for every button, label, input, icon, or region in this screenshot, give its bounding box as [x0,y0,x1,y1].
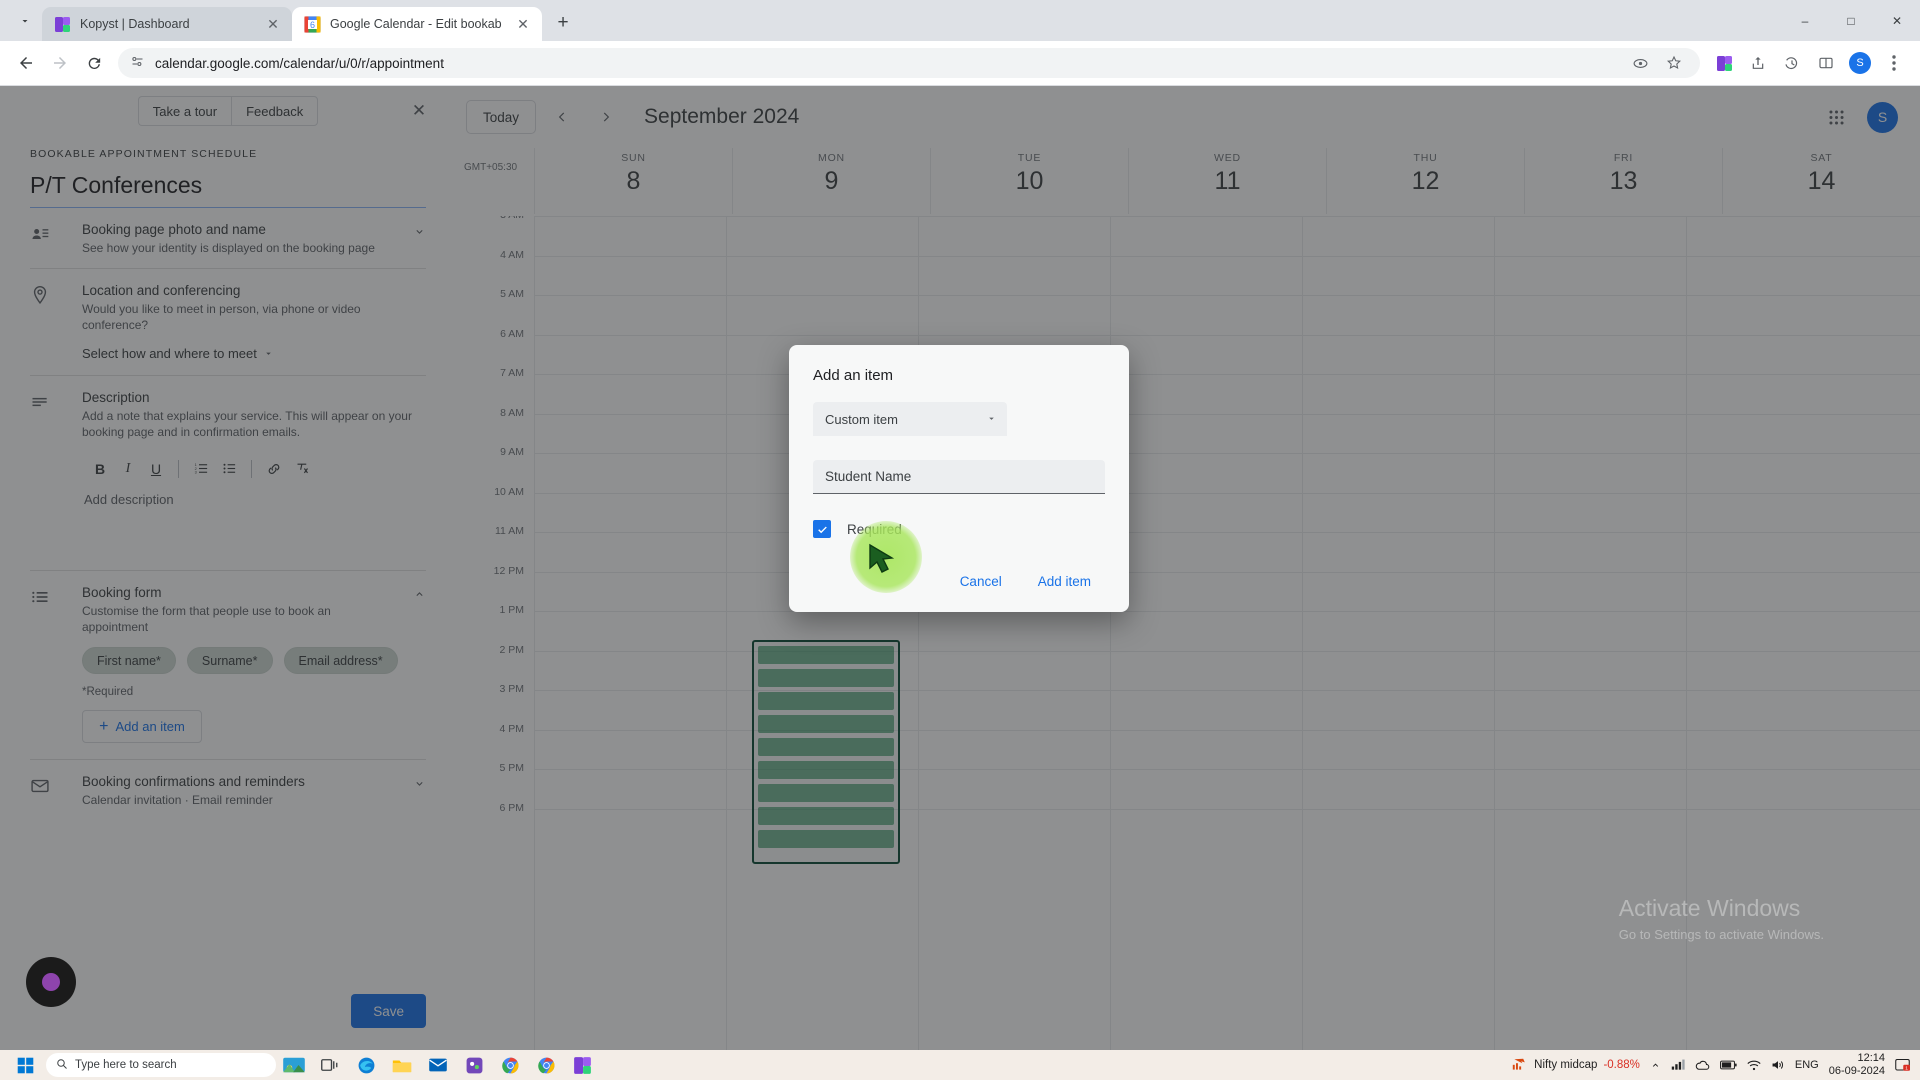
add-item-button[interactable]: Add item [1024,564,1105,598]
required-checkbox[interactable] [813,520,831,538]
kopyst-extension-icon[interactable] [1708,47,1740,79]
chrome-menu-icon[interactable] [1878,47,1910,79]
add-an-item-dialog: Add an item Custom item Student Name Req… [789,345,1129,612]
window-controls: – □ ✕ [1782,0,1920,41]
clock-time: 12:14 [1857,1052,1885,1065]
kopyst-icon [54,16,71,33]
volume-icon[interactable] [1771,1059,1785,1071]
forward-icon[interactable] [44,47,76,79]
screen: Kopyst | Dashboard ✕ 6 Google Calendar -… [0,0,1920,1080]
wifi-icon[interactable] [1747,1060,1761,1071]
chrome-icon[interactable] [528,1051,564,1079]
chevron-up-icon[interactable] [1650,1060,1661,1071]
address-bar[interactable]: calendar.google.com/calendar/u/0/r/appoi… [118,48,1700,78]
close-icon[interactable]: ✕ [514,15,532,33]
browser-toolbar: calendar.google.com/calendar/u/0/r/appoi… [0,41,1920,86]
history-icon[interactable] [1776,47,1808,79]
site-settings-icon[interactable] [130,54,145,72]
stock-ticker[interactable]: Nifty midcap -0.88% [1512,1057,1640,1074]
google-calendar-icon: 6 [304,15,321,33]
battery-icon[interactable] [1719,1060,1737,1070]
maximize-button[interactable]: □ [1828,0,1874,41]
reload-icon[interactable] [78,47,110,79]
tracking-protection-icon[interactable] [1624,47,1656,79]
windows-start-icon[interactable] [4,1057,46,1074]
cancel-button[interactable]: Cancel [946,564,1016,598]
minimize-button[interactable]: – [1782,0,1828,41]
profile-initial: S [1849,52,1871,74]
watermark-line-1: Activate Windows [1618,895,1801,921]
svg-text:1: 1 [1905,1065,1908,1071]
activate-windows-watermark: Activate Windows Go to Settings to activ… [1619,895,1824,942]
cortana-icon[interactable] [276,1051,312,1079]
browser-tab-title: Kopyst | Dashboard [80,17,190,31]
windows-taskbar: Type here to search Nifty midcap -0.88% … [0,1050,1920,1080]
screen-recorder-widget[interactable] [26,957,76,1007]
cursor-arrow-icon [869,543,895,573]
browser-tab-strip: Kopyst | Dashboard ✕ 6 Google Calendar -… [0,0,1920,41]
onedrive-icon[interactable] [1695,1060,1710,1071]
omnibox-actions [1624,47,1690,79]
notification-icon[interactable]: 1 [1895,1058,1910,1073]
close-window-button[interactable]: ✕ [1874,0,1920,41]
item-type-dropdown[interactable]: Custom item [813,402,1007,436]
close-icon[interactable]: ✕ [264,15,282,33]
item-type-value: Custom item [825,411,898,427]
taskbar-tray: Nifty midcap -0.88% ENG 12:14 06-09-2024… [1512,1052,1916,1077]
language-indicator[interactable]: ENG [1795,1059,1819,1071]
browser-tab-kopyst[interactable]: Kopyst | Dashboard ✕ [42,7,292,41]
taskbar-clock[interactable]: 12:14 06-09-2024 [1829,1052,1885,1077]
trending-down-icon [1512,1057,1528,1074]
clock-date: 06-09-2024 [1828,1065,1885,1077]
dialog-title: Add an item [813,367,894,384]
google-calendar-page: Take a tour Feedback ✕ BOOKABLE APPOINTM… [0,86,1920,1050]
share-icon[interactable] [1742,47,1774,79]
bookmark-star-icon[interactable] [1658,47,1690,79]
svg-text:6: 6 [310,20,315,30]
taskbar-search-input[interactable]: Type here to search [46,1053,276,1077]
record-dot-icon [42,973,60,991]
search-icon [56,1058,68,1073]
kopyst-taskbar-icon[interactable] [564,1051,600,1079]
tab-search-caret-icon[interactable] [8,4,42,38]
store-icon[interactable] [456,1051,492,1079]
profile-avatar[interactable]: S [1844,47,1876,79]
watermark-line-2: Go to Settings to activate Windows. [1618,927,1824,942]
taskbar-search-placeholder: Type here to search [75,1059,177,1071]
mail-icon[interactable] [420,1051,456,1079]
back-icon[interactable] [10,47,42,79]
item-name-input[interactable]: Student Name [813,460,1105,494]
url-text: calendar.google.com/calendar/u/0/r/appoi… [155,55,444,71]
network-icon[interactable] [1671,1059,1685,1071]
task-view-icon[interactable] [312,1051,348,1079]
edge-icon[interactable] [348,1051,384,1079]
stock-name: Nifty midcap [1534,1059,1598,1071]
chevron-down-icon [986,412,997,427]
stock-change: -0.88% [1603,1059,1640,1071]
browser-tab-title: Google Calendar - Edit bookab [330,17,502,31]
chrome-icon[interactable] [492,1051,528,1079]
new-tab-button[interactable]: + [548,8,578,38]
split-screen-icon[interactable] [1810,47,1842,79]
file-explorer-icon[interactable] [384,1051,420,1079]
browser-tab-google-calendar[interactable]: 6 Google Calendar - Edit bookab ✕ [292,7,542,41]
